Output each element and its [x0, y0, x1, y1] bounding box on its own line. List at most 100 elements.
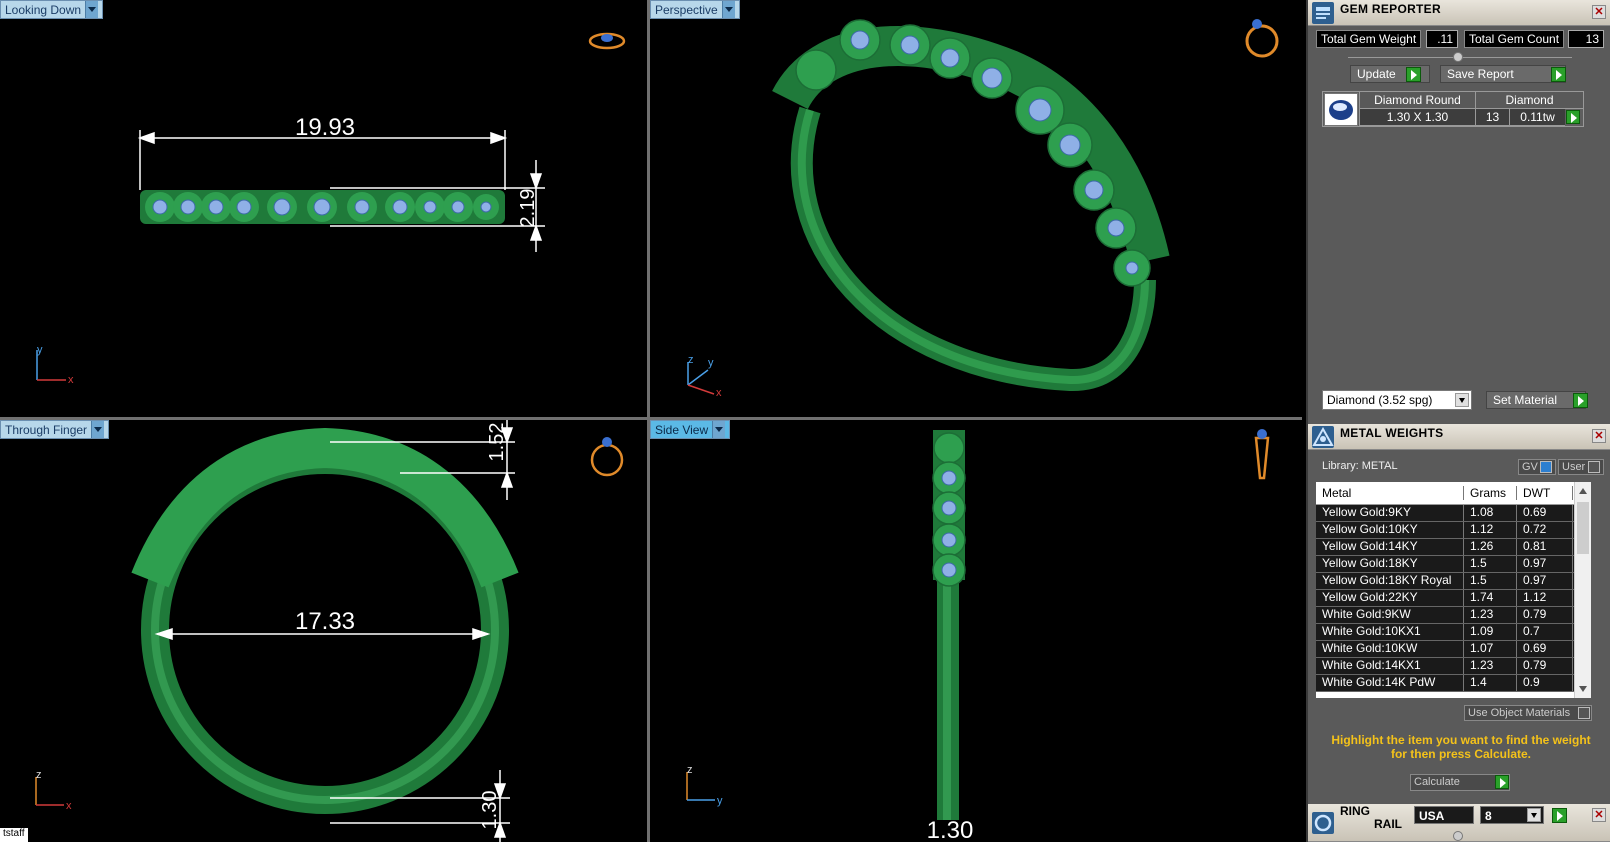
metal-table-scrollbar[interactable] [1574, 482, 1591, 698]
gem-row-go-icon[interactable] [1566, 110, 1580, 124]
orientation-gizmo-icon[interactable] [1254, 429, 1270, 480]
metal-weights-table[interactable]: Metal Grams DWT Yellow Gold:9KY 1.08 0.69 … [1316, 482, 1591, 698]
save-report-go-icon[interactable] [1551, 67, 1566, 82]
cell-metal: Yellow Gold:14KY [1316, 539, 1464, 555]
update-go-icon[interactable] [1406, 67, 1421, 82]
cell-metal: White Gold:14KX1 [1316, 658, 1464, 674]
ring-side-view [932, 430, 966, 820]
axis-z-label: z [688, 354, 694, 366]
table-row[interactable]: Yellow Gold:10KY 1.12 0.72 [1316, 522, 1591, 539]
table-row[interactable]: Yellow Gold:9KY 1.08 0.69 [1316, 505, 1591, 522]
set-material-go-icon[interactable] [1573, 393, 1588, 408]
cell-grams: 1.12 [1464, 522, 1517, 538]
cell-grams: 1.07 [1464, 641, 1517, 657]
ring-rail-title-line1: RING [1340, 804, 1370, 818]
table-row[interactable]: White Gold:14KX1 1.23 0.79 [1316, 658, 1591, 675]
gem-table-weight: 0.11tw [1509, 109, 1565, 126]
chevron-down-icon[interactable] [1527, 808, 1541, 822]
cell-dwt: 0.7 [1517, 624, 1573, 640]
collapse-handle-icon[interactable] [1453, 831, 1463, 841]
table-row[interactable]: Yellow Gold:18KY Royal 1.5 0.97 [1316, 573, 1591, 590]
gem-table-header-shape: Diamond Round [1359, 92, 1475, 109]
cell-dwt: 0.72 [1517, 522, 1573, 538]
scroll-up-icon[interactable] [1579, 488, 1587, 494]
right-panel: GEM REPORTER ✕ Total Gem Weight .11 Tota… [1306, 0, 1610, 842]
chevron-down-icon[interactable] [91, 421, 105, 438]
dimension-bottom-thickness-label: 1.30 [479, 791, 501, 830]
table-row[interactable]: White Gold:14K PdW 1.4 0.9 [1316, 675, 1591, 692]
viewport-label-text: Perspective [655, 2, 718, 17]
viewport-label-perspective[interactable]: Perspective [650, 0, 740, 19]
header-metal: Metal [1316, 486, 1464, 500]
table-row[interactable]: White Gold:10KW 1.07 0.69 [1316, 641, 1591, 658]
ring-size-standard-value: USA [1419, 809, 1445, 823]
table-row[interactable]: Yellow Gold:22KY 1.74 1.12 [1316, 590, 1591, 607]
cell-grams: 1.74 [1464, 590, 1517, 606]
use-object-materials-toggle[interactable]: Use Object Materials [1464, 705, 1592, 721]
viewport-label-looking-down[interactable]: Looking Down [0, 0, 104, 19]
axis-x-label: x [66, 800, 72, 812]
viewport-label-through-finger[interactable]: Through Finger [0, 420, 110, 439]
close-icon[interactable]: ✕ [1592, 429, 1606, 443]
metal-weights-icon [1312, 426, 1334, 448]
gv-checkbox[interactable] [1540, 461, 1552, 473]
cell-grams: 1.5 [1464, 556, 1517, 572]
cell-grams: 1.09 [1464, 624, 1517, 640]
scroll-down-icon[interactable] [1579, 686, 1587, 692]
orientation-gizmo-icon[interactable] [588, 32, 626, 50]
chevron-down-icon[interactable] [1455, 393, 1469, 407]
viewport-splitter-vertical[interactable] [647, 0, 650, 842]
chevron-down-icon[interactable] [712, 421, 726, 438]
table-row[interactable]: Yellow Gold:14KY 1.26 0.81 [1316, 539, 1591, 556]
user-checkbox[interactable] [1588, 461, 1600, 473]
cell-dwt: 0.79 [1517, 658, 1573, 674]
scroll-thumb[interactable] [1577, 502, 1589, 554]
ring-top-view [140, 190, 505, 224]
material-select-value: Diamond (3.52 spg) [1327, 393, 1433, 407]
cell-grams: 1.4 [1464, 675, 1517, 691]
cell-grams: 1.26 [1464, 539, 1517, 555]
gem-table[interactable]: Diamond Round Diamond 1.30 X 1.30 13 0.1… [1322, 91, 1584, 127]
viewport-perspective[interactable]: z y x Perspective [650, 0, 1302, 417]
table-row[interactable]: White Gold:9KW 1.23 0.79 [1316, 607, 1591, 624]
table-row[interactable]: White Gold:10KX1 1.09 0.7 [1316, 624, 1591, 641]
dimension-inner-diameter-label: 17.33 [295, 608, 355, 635]
axis-x-label: x [716, 387, 722, 399]
gem-reporter-icon [1312, 2, 1334, 24]
cell-metal: White Gold:10KW [1316, 641, 1464, 657]
cell-grams: 1.5 [1464, 573, 1517, 589]
gem-table-header-type: Diamond [1475, 92, 1583, 109]
ring-rail-go-icon[interactable] [1552, 808, 1567, 823]
chevron-down-icon[interactable] [85, 1, 99, 18]
ring-size-standard-select[interactable]: USA [1414, 806, 1474, 824]
metal-weights-title: METAL WEIGHTS [1340, 426, 1444, 440]
axis-y-label: y [717, 795, 723, 807]
ring-size-select[interactable]: 8 [1480, 806, 1544, 824]
cell-metal: White Gold:9KW [1316, 607, 1464, 623]
cell-dwt: 0.69 [1517, 505, 1573, 521]
total-gem-weight-value: .11 [1426, 30, 1458, 48]
calculate-hint: Highlight the item you want to find the … [1331, 733, 1591, 761]
cell-dwt: 0.79 [1517, 607, 1573, 623]
viewport-through-finger[interactable]: 17.33 1.52 1.30 z x Through Finger tstaf… [0, 420, 647, 842]
chevron-down-icon[interactable] [721, 1, 735, 18]
table-row[interactable]: Yellow Gold:18KY 1.5 0.97 [1316, 556, 1591, 573]
orientation-gizmo-icon[interactable] [590, 437, 624, 477]
calculate-go-icon[interactable] [1495, 775, 1509, 789]
ring-perspective-view [772, 19, 1170, 392]
close-icon[interactable]: ✕ [1592, 808, 1606, 822]
viewport-looking-down[interactable]: 19.93 2.19 y x Looking Down [0, 0, 647, 417]
viewport-label-side-view[interactable]: Side View [650, 420, 731, 439]
perspective-canvas: z y x [687, 19, 1279, 399]
set-material-button[interactable]: Set Material [1486, 391, 1586, 409]
save-report-button[interactable]: Save Report [1440, 65, 1566, 83]
material-select[interactable]: Diamond (3.52 spg) [1322, 390, 1472, 410]
library-label: Library: METAL [1322, 460, 1398, 472]
use-object-materials-checkbox[interactable] [1578, 707, 1590, 719]
viewport-splitter-horizontal[interactable] [0, 417, 1302, 420]
close-icon[interactable]: ✕ [1592, 5, 1606, 19]
viewport-side-view[interactable]: 1.30 z y Side View [650, 420, 1302, 842]
collapse-handle-icon[interactable] [1453, 52, 1463, 62]
orientation-gizmo-icon[interactable] [1245, 19, 1279, 58]
cell-dwt: 1.12 [1517, 590, 1573, 606]
